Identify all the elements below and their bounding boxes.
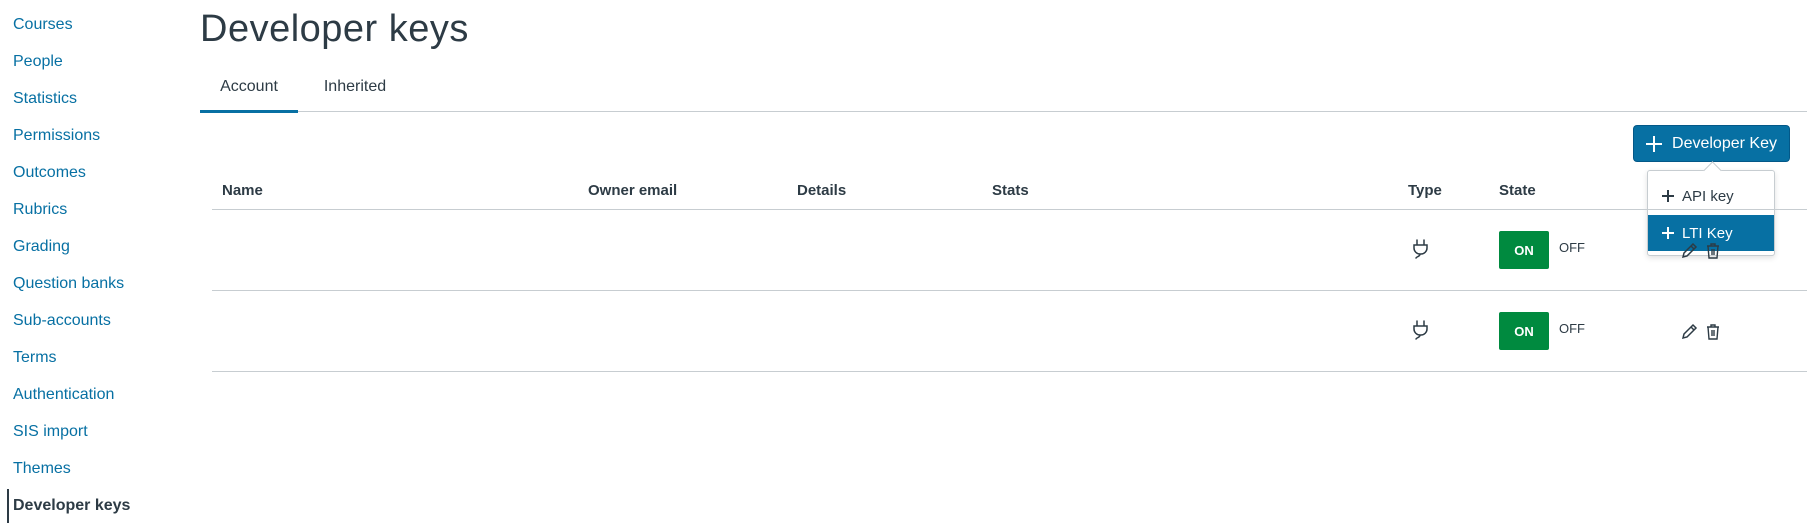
add-developer-key-button[interactable]: Developer Key [1633,125,1790,162]
column-header-name: Name [222,182,263,199]
sidebar-item-permissions[interactable]: Permissions [0,125,190,162]
sidebar-item-themes[interactable]: Themes [0,458,190,495]
sidebar-item-statistics[interactable]: Statistics [0,88,190,125]
sidebar-item-question-banks[interactable]: Question banks [0,273,190,310]
account-nav-sidebar: Courses People Statistics Permissions Ou… [0,0,190,530]
column-header-details: Details [797,182,847,199]
lti-plug-icon [1413,320,1428,340]
lti-plug-icon [1413,239,1428,259]
table-header-row: Name Owner email Details Stats Type Stat… [212,170,1807,210]
plus-icon [1646,135,1663,152]
column-header-state: State [1499,182,1536,199]
column-header-stats: Stats [992,182,1029,199]
sidebar-item-courses[interactable]: Courses [0,14,190,51]
tab-list: Account Inherited [200,68,1807,113]
trash-icon[interactable] [1703,241,1723,261]
sidebar-item-people[interactable]: People [0,51,190,88]
state-on-toggle[interactable]: ON [1499,312,1549,350]
sidebar-item-developer-keys[interactable]: Developer keys [0,489,190,530]
main-content: Developer keys Account Inherited Develop… [200,0,1807,530]
tab-inherited[interactable]: Inherited [310,78,400,110]
column-header-type: Type [1408,182,1442,199]
pencil-icon[interactable] [1679,322,1699,342]
sidebar-item-sis-import[interactable]: SIS import [0,421,190,458]
table-row: ON OFF [212,210,1807,291]
add-developer-key-label: Developer Key [1672,134,1777,152]
sidebar-item-terms[interactable]: Terms [0,347,190,384]
trash-icon[interactable] [1703,322,1723,342]
state-off-toggle[interactable]: OFF [1559,321,1585,336]
sidebar-item-outcomes[interactable]: Outcomes [0,162,190,199]
developer-keys-table: Name Owner email Details Stats Type Stat… [212,170,1807,372]
page-title: Developer keys [200,8,469,50]
state-on-toggle[interactable]: ON [1499,231,1549,269]
sidebar-item-grading[interactable]: Grading [0,236,190,273]
table-row: ON OFF [212,291,1807,372]
sidebar-item-sub-accounts[interactable]: Sub-accounts [0,310,190,347]
sidebar-item-authentication[interactable]: Authentication [0,384,190,421]
state-off-toggle[interactable]: OFF [1559,240,1585,255]
tab-account[interactable]: Account [200,78,298,113]
sidebar-item-rubrics[interactable]: Rubrics [0,199,190,236]
column-header-owner-email: Owner email [588,182,678,199]
pencil-icon[interactable] [1679,241,1699,261]
